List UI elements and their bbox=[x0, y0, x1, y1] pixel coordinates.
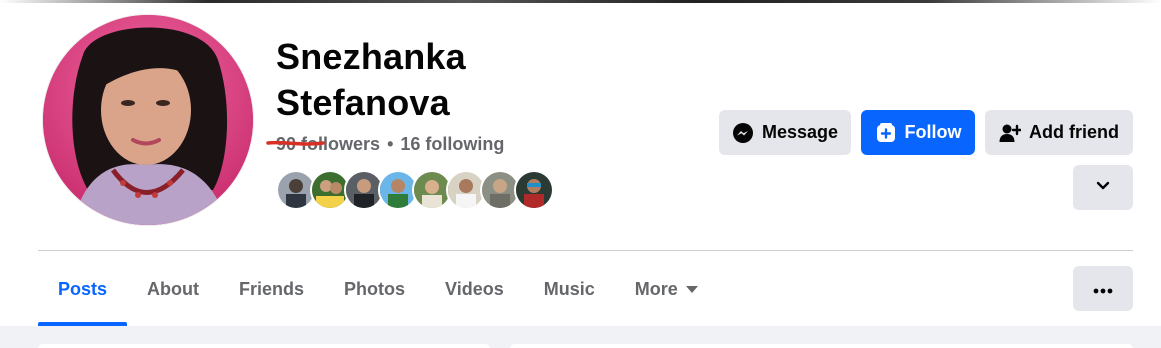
tab-posts[interactable]: Posts bbox=[38, 266, 128, 326]
tab-videos[interactable]: Videos bbox=[425, 266, 524, 312]
mutual-friends-avatars[interactable] bbox=[276, 170, 554, 210]
more-options-button[interactable] bbox=[1073, 266, 1133, 311]
ellipsis-icon bbox=[1093, 278, 1113, 299]
chevron-down-icon bbox=[1095, 177, 1111, 198]
profile-picture[interactable] bbox=[43, 15, 253, 225]
tab-label: More bbox=[634, 278, 678, 299]
stats-separator: • bbox=[387, 134, 394, 154]
cover-photo-edge bbox=[0, 0, 1161, 3]
add-friend-button-label: Add friend bbox=[1029, 122, 1119, 142]
tab-photos[interactable]: Photos bbox=[324, 266, 425, 312]
add-friend-button[interactable]: Add friend bbox=[985, 110, 1133, 155]
message-button-label: Message bbox=[761, 122, 839, 142]
tab-more[interactable]: More bbox=[615, 266, 718, 312]
follow-button-label: Follow bbox=[904, 122, 962, 142]
profile-name-line1: Snezhanka bbox=[276, 36, 466, 77]
tab-label: Music bbox=[543, 278, 595, 299]
header-divider bbox=[38, 250, 1133, 251]
friend-avatar[interactable] bbox=[514, 170, 554, 210]
profile-tabs: Posts About Friends Photos Videos Music … bbox=[38, 266, 718, 326]
follow-stats: 90 followers • 16 following bbox=[276, 132, 504, 156]
tab-label: Photos bbox=[344, 278, 406, 299]
tab-music[interactable]: Music bbox=[524, 266, 615, 312]
tab-about[interactable]: About bbox=[127, 266, 219, 312]
tab-label: About bbox=[147, 278, 200, 299]
message-button[interactable]: Message bbox=[719, 110, 851, 155]
messenger-icon bbox=[732, 122, 754, 144]
tab-friends[interactable]: Friends bbox=[219, 266, 324, 312]
profile-options-dropdown[interactable] bbox=[1073, 165, 1133, 210]
followers-link[interactable]: 90 followers bbox=[276, 134, 380, 154]
caret-down-icon bbox=[685, 285, 698, 293]
following-link[interactable]: 16 following bbox=[400, 134, 504, 154]
posts-card-edge bbox=[510, 344, 1133, 348]
profile-name-line2: Stefanova bbox=[276, 82, 450, 123]
tab-label: Posts bbox=[58, 278, 108, 299]
add-friend-icon bbox=[999, 122, 1021, 144]
follow-plus-icon bbox=[875, 122, 897, 144]
profile-name: Snezhanka Stefanova bbox=[276, 34, 576, 126]
tab-label: Friends bbox=[239, 278, 305, 299]
follow-button[interactable]: Follow bbox=[861, 110, 975, 155]
tab-label: Videos bbox=[445, 278, 504, 299]
intro-card-edge bbox=[38, 344, 490, 348]
